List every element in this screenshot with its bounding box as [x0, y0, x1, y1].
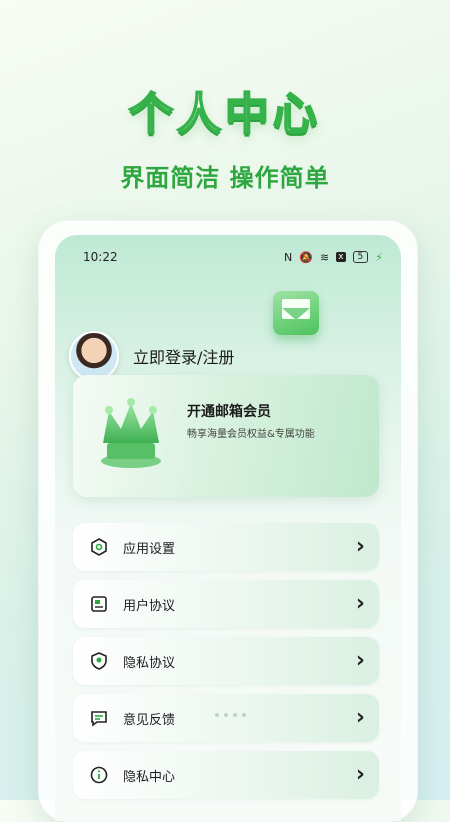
- battery-icon: 5: [352, 251, 369, 263]
- mute-icon: 🔕: [299, 250, 313, 264]
- chevron-right-icon: ›: [355, 762, 365, 787]
- avatar[interactable]: [69, 331, 119, 381]
- menu-item-privacy-agreement[interactable]: 隐私协议 ›: [73, 637, 379, 685]
- menu-item-label: 用户协议: [123, 598, 176, 614]
- wifi-icon: ≋: [319, 250, 330, 264]
- hero-subtitle: 界面简洁 操作简单: [120, 164, 330, 192]
- menu-item-label: 应用设置: [123, 541, 176, 557]
- status-icons: N 🔕 ≋ x 5 ⚡: [284, 251, 383, 264]
- mail-envelope-icon: [273, 291, 319, 335]
- menu-item-app-settings[interactable]: 应用设置 ›: [73, 523, 379, 571]
- crown-icon: [101, 398, 161, 468]
- phone-frame: 10:22 N 🔕 ≋ x 5 ⚡ 立即登录/注册 开通邮箱会员 畅享海量会员权…: [38, 220, 418, 822]
- settings-menu: 应用设置 › 用户协议 › 隐私协议 › 意见反馈 › 隐私中心 ›: [73, 523, 379, 808]
- menu-item-user-agreement[interactable]: 用户协议 ›: [73, 580, 379, 628]
- hero-title: 个人中心: [128, 88, 321, 141]
- app-screen: 10:22 N 🔕 ≋ x 5 ⚡ 立即登录/注册 开通邮箱会员 畅享海量会员权…: [55, 235, 401, 821]
- page-dot: [224, 713, 228, 717]
- login-register-link[interactable]: 立即登录/注册: [133, 344, 234, 368]
- status-bar: 10:22 N 🔕 ≋ x 5 ⚡: [83, 249, 383, 265]
- chevron-right-icon: ›: [355, 705, 365, 730]
- charging-icon: ⚡: [375, 250, 383, 264]
- menu-item-privacy-center[interactable]: 隐私中心 ›: [73, 751, 379, 799]
- chevron-right-icon: ›: [355, 648, 365, 673]
- menu-item-feedback[interactable]: 意见反馈 ›: [73, 694, 379, 742]
- nfc-icon: N: [284, 250, 293, 264]
- chevron-right-icon: ›: [355, 534, 365, 559]
- page-indicator: [215, 713, 246, 717]
- status-time: 10:22: [83, 250, 118, 264]
- page-dot: [233, 713, 237, 717]
- page-dot: [215, 713, 219, 717]
- page-dot: [242, 713, 246, 717]
- menu-item-label: 隐私中心: [123, 769, 176, 785]
- document-icon: [89, 594, 109, 614]
- shield-location-icon: [89, 651, 109, 671]
- vip-membership-card[interactable]: 开通邮箱会员 畅享海量会员权益&专属功能: [73, 375, 379, 497]
- vip-description: 畅享海量会员权益&专属功能: [187, 429, 315, 440]
- chevron-right-icon: ›: [355, 591, 365, 616]
- hexagon-settings-icon: [89, 537, 109, 557]
- menu-item-label: 意见反馈: [123, 712, 176, 728]
- vip-title: 开通邮箱会员: [187, 404, 271, 420]
- x-badge-icon: x: [336, 252, 346, 262]
- info-icon: [89, 765, 109, 785]
- menu-item-label: 隐私协议: [123, 655, 176, 671]
- feedback-icon: [89, 708, 109, 728]
- user-login-row[interactable]: 立即登录/注册: [69, 331, 234, 381]
